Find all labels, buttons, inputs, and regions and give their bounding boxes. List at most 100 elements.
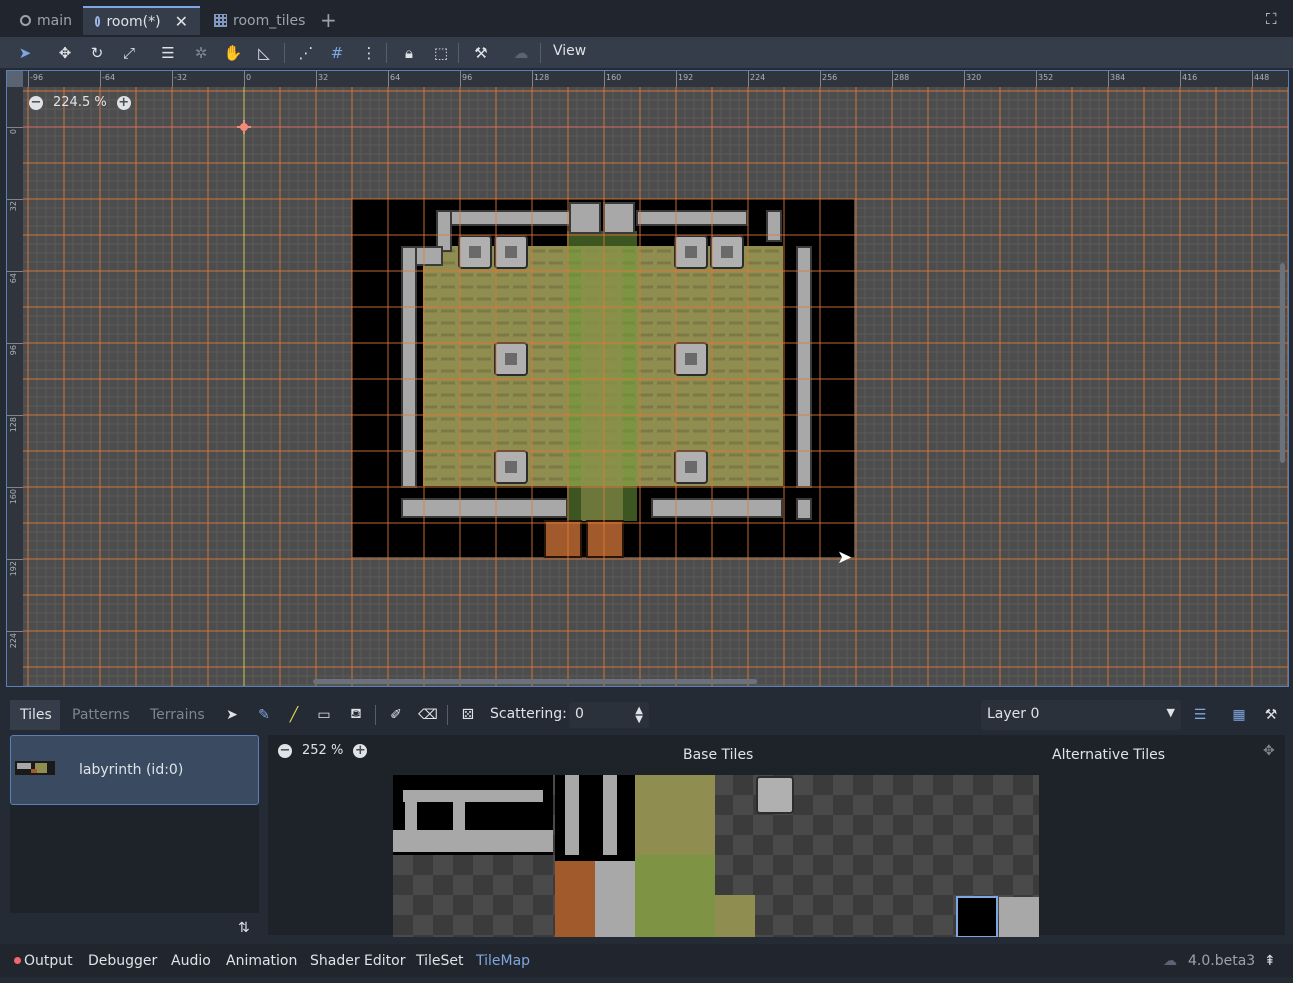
pivot-icon[interactable]: ✲ — [188, 37, 214, 68]
tab-label: room_tiles — [233, 12, 306, 29]
tileset-button[interactable]: TileSet — [416, 944, 464, 977]
ruler-tick: 416 — [1182, 73, 1198, 82]
ruler-tick: 320 — [966, 73, 982, 82]
atlas-view: − 252 % + Base Tiles Alternative Tiles ✥ — [268, 735, 1285, 937]
tilemap-button[interactable]: TileMap — [476, 944, 530, 977]
bucket-tool-icon[interactable]: ⛾ — [343, 700, 369, 730]
zoom-out-icon[interactable]: − — [278, 743, 292, 758]
chevron-down-icon: ▼ — [1166, 706, 1175, 719]
paint-tool-icon[interactable]: ✎ — [251, 700, 277, 730]
zoom-in-icon[interactable]: + — [116, 95, 131, 110]
smart-snap-icon[interactable]: ⋰ — [293, 37, 319, 68]
shader-editor-button[interactable]: Shader Editor — [310, 944, 405, 977]
tab-room[interactable]: room(*) ✕ — [83, 6, 200, 35]
ruler-mode-icon[interactable]: ◺ — [251, 37, 277, 68]
ruler-tick: -64 — [102, 73, 116, 82]
view-menu[interactable]: View — [553, 43, 586, 59]
scene-tab-bar: main room(*) ✕ room_tiles + ⛶ — [0, 0, 1293, 37]
add-tab-icon[interactable]: + — [320, 8, 337, 32]
atlas-tiles[interactable] — [393, 775, 1039, 937]
ruler-tick: 192 — [9, 561, 18, 577]
vertical-scrollbar[interactable] — [1280, 263, 1285, 463]
bottom-dock-bar: Output Debugger Audio Animation Shader E… — [0, 944, 1293, 977]
pin-panel-icon[interactable]: ⇞ — [1264, 944, 1276, 977]
horizontal-ruler: -96 -64 -32 0 32 64 96 128 160 192 224 256 288 320 352… — [7, 71, 1288, 87]
sort-icon[interactable]: ⇅ — [238, 920, 250, 936]
grid-snap-icon[interactable]: # — [324, 37, 350, 68]
ruler-tick: 192 — [678, 73, 694, 82]
audio-button[interactable]: Audio — [171, 944, 211, 977]
tab-terrains[interactable]: Terrains — [140, 700, 215, 730]
tab-label: room(*) — [106, 13, 161, 30]
tilemap-canvas[interactable] — [7, 71, 1289, 687]
distraction-free-icon[interactable]: ⛶ — [1266, 10, 1277, 28]
animation-button[interactable]: Animation — [226, 944, 297, 977]
snap-options-icon[interactable]: ⋮ — [356, 37, 382, 68]
bone-icon[interactable]: ⚒ — [468, 37, 494, 68]
spin-arrows-icon[interactable]: ▲ ▼ — [635, 706, 643, 725]
source-list: labyrinth (id:0) — [10, 735, 259, 913]
tab-label: main — [37, 12, 72, 29]
scene-icon — [95, 16, 101, 27]
atlas-zoom-level[interactable]: 252 % — [302, 743, 343, 758]
horizontal-scrollbar[interactable] — [313, 679, 757, 684]
base-tiles-label: Base Tiles — [683, 747, 754, 763]
ruler-tick: 0 — [246, 73, 252, 82]
polygon-icon[interactable]: ☁ — [508, 37, 534, 68]
tools-icon[interactable]: ⚒ — [1258, 700, 1284, 730]
zoom-in-icon[interactable]: + — [353, 743, 368, 758]
ruler-tick: 288 — [894, 73, 910, 82]
close-icon[interactable]: ✕ — [175, 12, 188, 31]
ruler-tick: 352 — [1038, 73, 1054, 82]
tab-tiles[interactable]: Tiles — [10, 700, 60, 730]
scene-icon — [20, 15, 31, 26]
move-mode-icon[interactable]: ✥ — [52, 37, 78, 68]
scattering-spinbox[interactable]: 0 ▲ ▼ — [569, 702, 649, 728]
ruler-tick: 224 — [9, 633, 18, 649]
ruler-tick: 384 — [1110, 73, 1126, 82]
source-item[interactable]: labyrinth (id:0) — [10, 735, 259, 805]
line-tool-icon[interactable]: ╱ — [281, 700, 307, 730]
layer-list-icon[interactable]: ☰ — [1187, 700, 1213, 730]
eraser-tool-icon[interactable]: ⌫ — [415, 700, 441, 730]
list-select-icon[interactable]: ☰ — [155, 37, 181, 68]
pan-mode-icon[interactable]: ✋ — [220, 37, 246, 68]
group-icon[interactable]: ⬚ — [428, 37, 454, 68]
ruler-tick: 128 — [9, 417, 18, 433]
tab-main[interactable]: main — [8, 6, 84, 35]
scattering-value: 0 — [575, 706, 584, 722]
rect-tool-icon[interactable]: ▭ — [311, 700, 337, 730]
ruler-tick: 96 — [9, 345, 18, 356]
ruler-tick: -32 — [174, 73, 188, 82]
zoom-widget: − 224.5 % + — [29, 95, 131, 110]
zoom-out-icon[interactable]: − — [29, 95, 43, 110]
picker-tool-icon[interactable]: ✐ — [383, 700, 409, 730]
ruler-tick: 448 — [1254, 73, 1270, 82]
ruler-tick: 32 — [9, 201, 18, 212]
update-spinner-icon: ☁ — [1163, 952, 1177, 969]
grid-toggle-icon[interactable]: ▦ — [1226, 700, 1252, 730]
output-button[interactable]: Output — [14, 944, 73, 977]
select-tool-icon[interactable]: ➤ — [219, 700, 245, 730]
select-mode-icon[interactable]: ➤ — [12, 37, 38, 68]
canvas-toolbar: ➤ ✥ ↻ ⤢ ☰ ✲ ✋ ◺ ⋰ # ⋮ 🔒︎ ⬚ ⚒ ☁ View — [0, 37, 1293, 68]
layer-select[interactable]: Layer 0 ▼ — [981, 700, 1181, 730]
canvas-viewport[interactable]: -96 -64 -32 0 32 64 96 128 160 192 224 256 288 320 352… — [6, 70, 1289, 687]
tab-patterns[interactable]: Patterns — [62, 700, 140, 730]
debugger-button[interactable]: Debugger — [88, 944, 157, 977]
atlas-zoom-widget: − 252 % + — [278, 743, 368, 758]
ruler-tick: 224 — [750, 73, 766, 82]
scale-mode-icon[interactable]: ⤢ — [116, 37, 142, 68]
lock-icon[interactable]: 🔒︎ — [396, 37, 422, 68]
move-handle-icon[interactable]: ✥ — [1263, 743, 1275, 759]
random-tile-icon[interactable]: ⚄ — [455, 700, 481, 730]
tab-room-tiles[interactable]: room_tiles — [202, 6, 317, 35]
atlas-thumbnail-icon — [15, 761, 55, 775]
rotate-mode-icon[interactable]: ↻ — [84, 37, 110, 68]
source-label: labyrinth (id:0) — [79, 762, 184, 778]
ruler-tick: 256 — [822, 73, 838, 82]
ruler-tick: 0 — [9, 129, 18, 135]
ruler-tick: 160 — [9, 489, 18, 505]
zoom-level[interactable]: 224.5 % — [53, 95, 107, 110]
ruler-tick: 128 — [534, 73, 550, 82]
